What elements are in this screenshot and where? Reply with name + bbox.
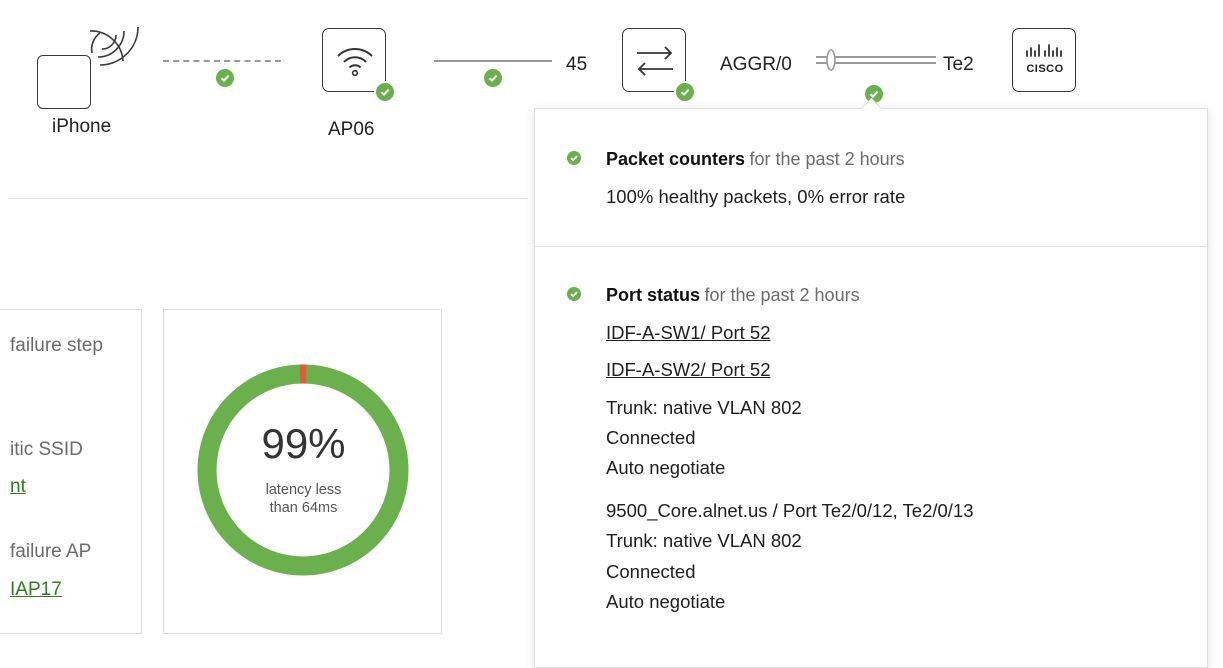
cisco-logo-icon [1021, 43, 1069, 63]
latency-percentage: 99% [164, 420, 443, 468]
router-node[interactable]: CISCO [1012, 28, 1076, 92]
wireless-link [163, 60, 281, 62]
switch-connection-status: Connected [606, 427, 695, 449]
failure-ap-label: failure AP [10, 541, 91, 563]
packet-counters-subtitle: for the past 2 hours [750, 149, 905, 169]
switch2-port-link[interactable]: IDF-A-SW2/ Port 52 [606, 359, 770, 381]
switch-port-in-label: 45 [566, 54, 587, 76]
ap-status-check-icon [374, 81, 396, 103]
port-status-subtitle: for the past 2 hours [704, 285, 859, 305]
packet-counters-detail: 100% healthy packets, 0% error rate [606, 186, 905, 208]
switch-trunk-info: Trunk: native VLAN 802 [606, 397, 802, 419]
cisco-logo-text: CISCO [1013, 63, 1077, 75]
access-point-node[interactable] [322, 28, 386, 92]
packet-counters-heading: Packet counters for the past 2 hours [606, 149, 905, 170]
switch-arrows-icon [633, 43, 677, 79]
iphone-label: iPhone [52, 116, 111, 138]
latency-card: 99% latency less than 64ms [163, 309, 442, 634]
packet-counters-title: Packet counters [606, 149, 745, 169]
port-status-heading: Port status for the past 2 hours [606, 285, 860, 306]
ap-label: AP06 [328, 119, 374, 141]
aggregate-port-label: AGGR/0 [720, 54, 792, 76]
latency-caption-line2: than 64ms [164, 500, 443, 516]
switch-node[interactable] [622, 28, 686, 92]
port-status-check-icon [567, 287, 581, 301]
insights-card: failure step itic SSID nt failure AP IAP… [0, 309, 142, 634]
core-connection-status: Connected [606, 561, 695, 583]
wifi-icon [335, 42, 375, 80]
aggregated-link[interactable] [814, 48, 938, 72]
switch1-port-link[interactable]: IDF-A-SW1/ Port 52 [606, 322, 770, 344]
router-port-label: Te2 [943, 54, 974, 76]
packet-counters-check-icon [567, 151, 581, 165]
iphone-icon [37, 55, 91, 109]
port-status-title: Port status [606, 285, 700, 305]
switch-status-check-icon [674, 81, 696, 103]
core-router-port-info: 9500_Core.alnet.us / Port Te2/0/12, Te2/… [606, 500, 974, 522]
ssid-link[interactable]: nt [10, 476, 26, 498]
wireless-link-status-check-icon[interactable] [214, 67, 236, 89]
link-details-popover: Packet counters for the past 2 hours 100… [534, 108, 1208, 668]
uplink-status-check-icon[interactable] [482, 67, 504, 89]
latency-caption-line1: latency less [164, 482, 443, 498]
ssid-label: itic SSID [10, 439, 83, 461]
failure-ap-link[interactable]: IAP17 [10, 579, 62, 601]
core-trunk-info: Trunk: native VLAN 802 [606, 530, 802, 552]
failure-step-label: failure step [10, 335, 103, 357]
uplink-line [434, 60, 552, 62]
latency-donut-chart [194, 361, 412, 579]
section-divider [8, 198, 528, 199]
iphone-node[interactable] [30, 5, 140, 115]
popover-divider [535, 246, 1209, 247]
switch-negotiation: Auto negotiate [606, 457, 725, 479]
core-negotiation: Auto negotiate [606, 591, 725, 613]
donut-healthy-ring [207, 374, 399, 566]
